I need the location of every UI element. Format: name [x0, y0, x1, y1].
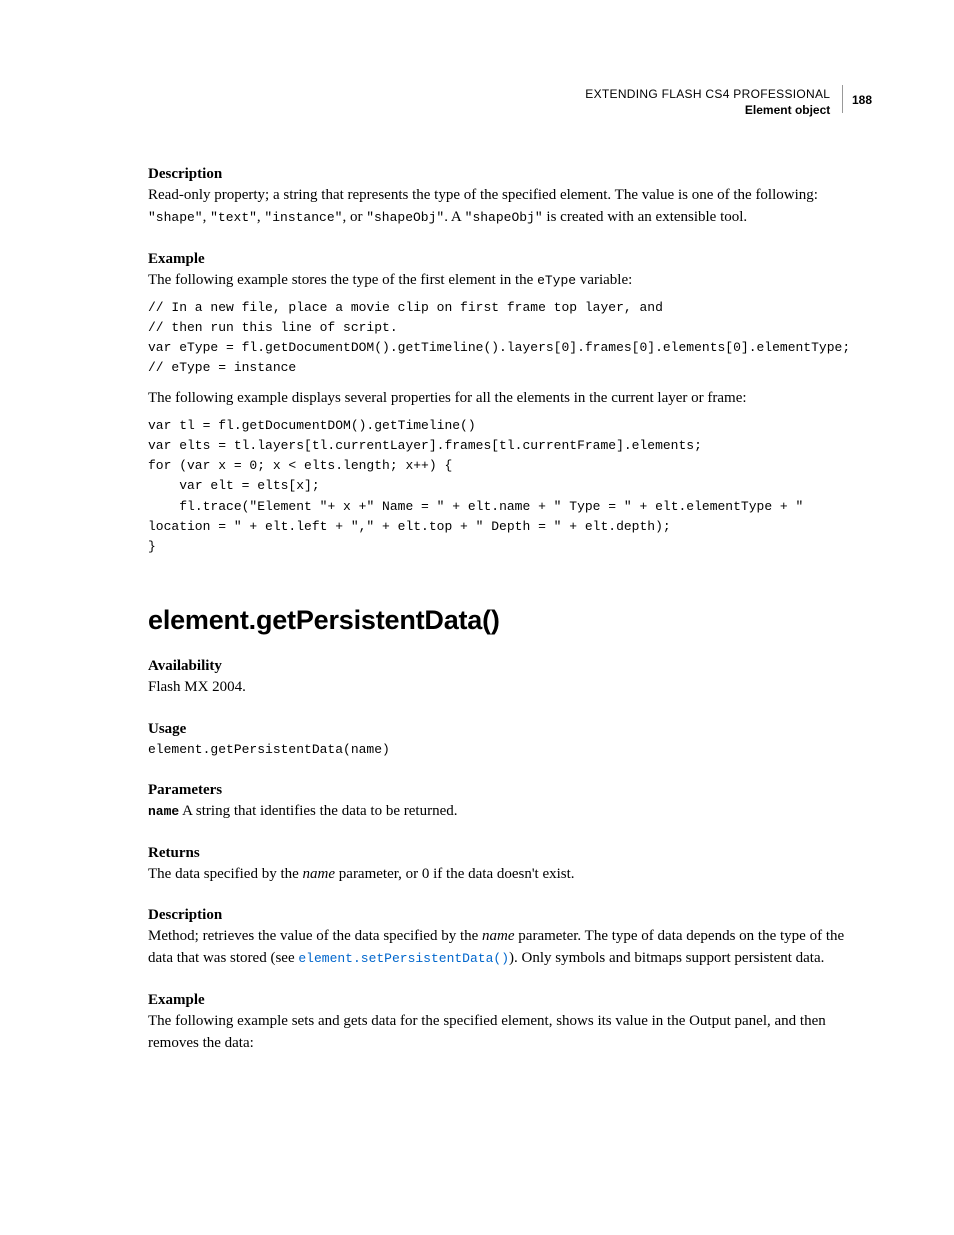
header-divider	[842, 85, 843, 113]
parameter-row: name A string that identifies the data t…	[148, 801, 872, 823]
example-heading: Example	[148, 251, 872, 268]
usage-code: element.getPersistentData(name)	[148, 740, 872, 760]
description2-text: Method; retrieves the value of the data …	[148, 926, 872, 970]
method-title: element.getPersistentData()	[148, 605, 872, 636]
usage-heading: Usage	[148, 721, 872, 738]
availability-text: Flash MX 2004.	[148, 677, 872, 699]
doc-title: EXTENDING FLASH CS4 PROFESSIONAL	[585, 87, 830, 101]
example2-text: The following example sets and gets data…	[148, 1011, 872, 1055]
set-persistent-data-link[interactable]: element.setPersistentData()	[298, 951, 509, 966]
availability-heading: Availability	[148, 658, 872, 675]
example-intro-1: The following example stores the type of…	[148, 270, 872, 292]
returns-text: The data specified by the name parameter…	[148, 864, 872, 886]
param-name: name	[148, 804, 179, 819]
returns-heading: Returns	[148, 845, 872, 862]
description-heading: Description	[148, 166, 872, 183]
page-content: EXTENDING FLASH CS4 PROFESSIONAL Element…	[0, 0, 954, 1118]
code-block-2: var tl = fl.getDocumentDOM().getTimeline…	[148, 416, 872, 557]
example2-heading: Example	[148, 992, 872, 1009]
code-block-1: // In a new file, place a movie clip on …	[148, 298, 872, 379]
page-number: 188	[852, 93, 872, 107]
example-intro-2: The following example displays several p…	[148, 388, 872, 410]
parameters-heading: Parameters	[148, 782, 872, 799]
header-text-block: EXTENDING FLASH CS4 PROFESSIONAL Element…	[585, 86, 830, 118]
section-name: Element object	[745, 103, 830, 117]
description2-heading: Description	[148, 907, 872, 924]
description-text: Read-only property; a string that repres…	[148, 185, 872, 229]
page-header: EXTENDING FLASH CS4 PROFESSIONAL Element…	[148, 86, 872, 118]
